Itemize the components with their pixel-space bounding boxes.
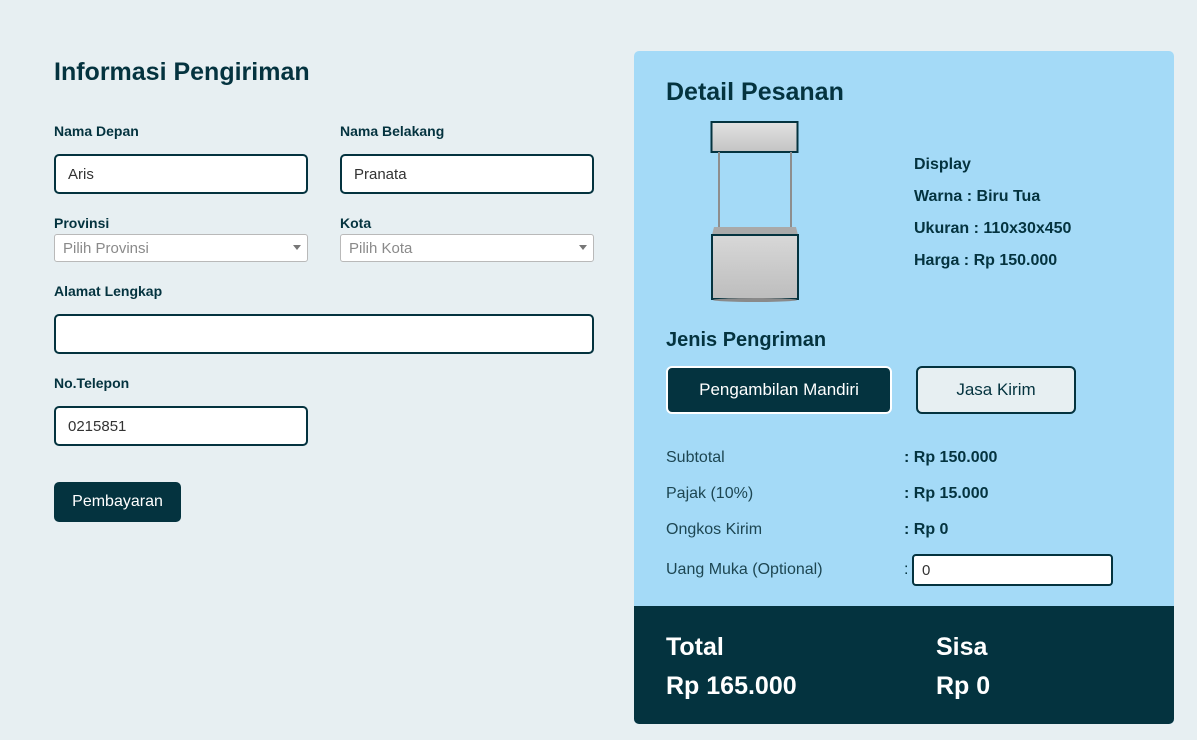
total-label: Total: [666, 633, 724, 661]
province-placeholder: Pilih Provinsi: [63, 239, 149, 257]
address-input[interactable]: [54, 314, 594, 354]
address-label: Alamat Lengkap: [54, 283, 163, 299]
down-payment-label: Uang Muka (Optional): [666, 561, 823, 578]
caret-down-icon: [579, 245, 587, 250]
payment-button[interactable]: Pembayaran: [54, 482, 181, 522]
phone-label: No.Telepon: [54, 375, 130, 391]
caret-down-icon: [293, 245, 301, 250]
province-select[interactable]: Pilih Provinsi: [54, 234, 308, 262]
down-payment-value: 0: [922, 561, 931, 579]
panel-title: Detail Pesanan: [666, 78, 844, 106]
first-name-label: Nama Depan: [54, 123, 139, 139]
courier-button[interactable]: Jasa Kirim: [916, 366, 1076, 414]
shipping-type-title: Jenis Pengriman: [666, 329, 827, 351]
product-name: Display: [914, 156, 971, 173]
phone-value: 0215851: [68, 417, 127, 435]
form-title: Informasi Pengiriman: [54, 58, 310, 86]
tax-value: : Rp 15.000: [904, 485, 989, 502]
remaining-label: Sisa: [936, 633, 988, 661]
self-pickup-button[interactable]: Pengambilan Mandiri: [666, 366, 892, 414]
total-value: Rp 165.000: [666, 672, 797, 700]
city-label: Kota: [340, 215, 372, 231]
first-name-value: Aris: [68, 165, 94, 183]
last-name-input[interactable]: Pranata: [340, 154, 594, 194]
down-payment-input[interactable]: 0: [912, 554, 1113, 586]
phone-input[interactable]: 0215851: [54, 406, 308, 446]
subtotal-label: Subtotal: [666, 449, 725, 466]
product-size: Ukuran : 110x30x450: [914, 220, 1072, 237]
shipping-cost-label: Ongkos Kirim: [666, 521, 763, 538]
province-label: Provinsi: [54, 215, 110, 231]
tax-label: Pajak (10%): [666, 485, 754, 502]
product-image: [710, 121, 799, 302]
total-bar: Total Rp 165.000 Sisa Rp 0: [634, 606, 1174, 724]
city-select[interactable]: Pilih Kota: [340, 234, 594, 262]
shipping-cost-value: : Rp 0: [904, 521, 949, 538]
product-price: Harga : Rp 150.000: [914, 252, 1058, 269]
order-detail-panel: Detail Pesanan Display Warna : Biru Tua …: [634, 51, 1174, 724]
city-placeholder: Pilih Kota: [349, 239, 413, 257]
last-name-value: Pranata: [354, 165, 407, 183]
first-name-input[interactable]: Aris: [54, 154, 308, 194]
subtotal-value: : Rp 150.000: [904, 449, 998, 466]
remaining-value: Rp 0: [936, 672, 991, 700]
last-name-label: Nama Belakang: [340, 123, 445, 139]
down-payment-colon: :: [904, 561, 909, 578]
product-color: Warna : Biru Tua: [914, 188, 1041, 205]
